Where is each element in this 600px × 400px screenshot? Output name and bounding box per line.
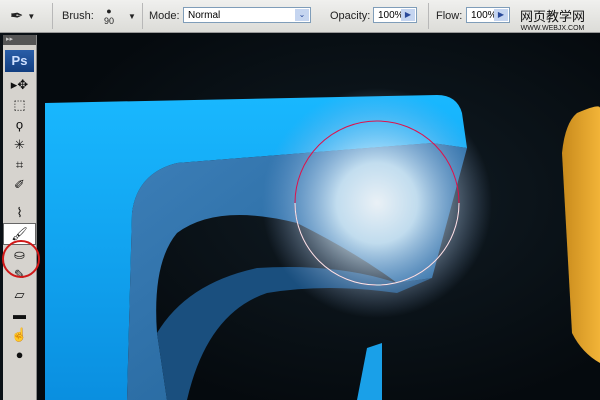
brush-dropdown-icon[interactable]: ▼ xyxy=(128,0,136,32)
lasso-tool[interactable]: ϙ xyxy=(3,115,36,135)
options-bar: ✒ ▼ Brush: ● 90 ▼ Mode: Normal ⌄ Opacity: … xyxy=(0,0,600,33)
toolbox-collapse-icon[interactable]: ▸▸ xyxy=(3,35,36,45)
flow-field[interactable]: 100% ▶ xyxy=(466,7,510,23)
watermark-text: 网页教学网 xyxy=(520,9,586,24)
brush-label: Brush: xyxy=(62,10,94,22)
eraser-tool[interactable]: ▱ xyxy=(3,285,36,305)
watermark: 网页教学网 WWW.WEBJX.COM xyxy=(520,6,585,32)
move-tool[interactable]: ▸✥ xyxy=(3,75,36,95)
marquee-tool[interactable]: ⬚ xyxy=(3,95,36,115)
toolbox: ▸▸ Ps ▸✥ ⬚ ϙ ✳ ⌗ ✐ ⌇ 🖌 ⛀ ✎ ▱ ▬ ☝ ● xyxy=(3,35,37,400)
document-canvas[interactable] xyxy=(37,33,600,400)
opacity-value: 100% xyxy=(378,10,404,21)
mode-label: Mode: xyxy=(149,10,180,22)
gradient-tool[interactable]: ▬ xyxy=(3,305,36,325)
mode-select[interactable]: Normal ⌄ xyxy=(183,7,311,23)
highlight-circle xyxy=(2,240,40,278)
slice-tool[interactable]: ✐ xyxy=(3,175,36,195)
opacity-label: Opacity: xyxy=(330,10,371,22)
magic-wand-tool[interactable]: ✳ xyxy=(3,135,36,155)
mode-value: Normal xyxy=(188,10,221,21)
flow-label: Flow: xyxy=(436,10,463,22)
chevron-right-icon[interactable]: ▶ xyxy=(401,9,415,21)
watermark-url: WWW.WEBJX.COM xyxy=(520,25,585,32)
crop-tool[interactable]: ⌗ xyxy=(3,155,36,175)
brush-picker[interactable]: ● 90 xyxy=(104,0,114,32)
brush-size: 90 xyxy=(104,16,115,26)
healing-brush-tool[interactable]: ⌇ xyxy=(3,203,36,223)
opacity-field[interactable]: 100% ▶ xyxy=(373,7,417,23)
chevron-right-icon[interactable]: ▶ xyxy=(494,9,508,21)
flow-value: 100% xyxy=(471,10,497,21)
smudge-tool[interactable]: ☝ xyxy=(3,325,36,345)
chevron-down-icon: ⌄ xyxy=(295,9,309,21)
dodge-tool[interactable]: ● xyxy=(3,345,36,365)
ps-logo[interactable]: Ps xyxy=(5,50,34,72)
brush-preset-icon[interactable]: ✒ ▼ xyxy=(10,0,35,32)
